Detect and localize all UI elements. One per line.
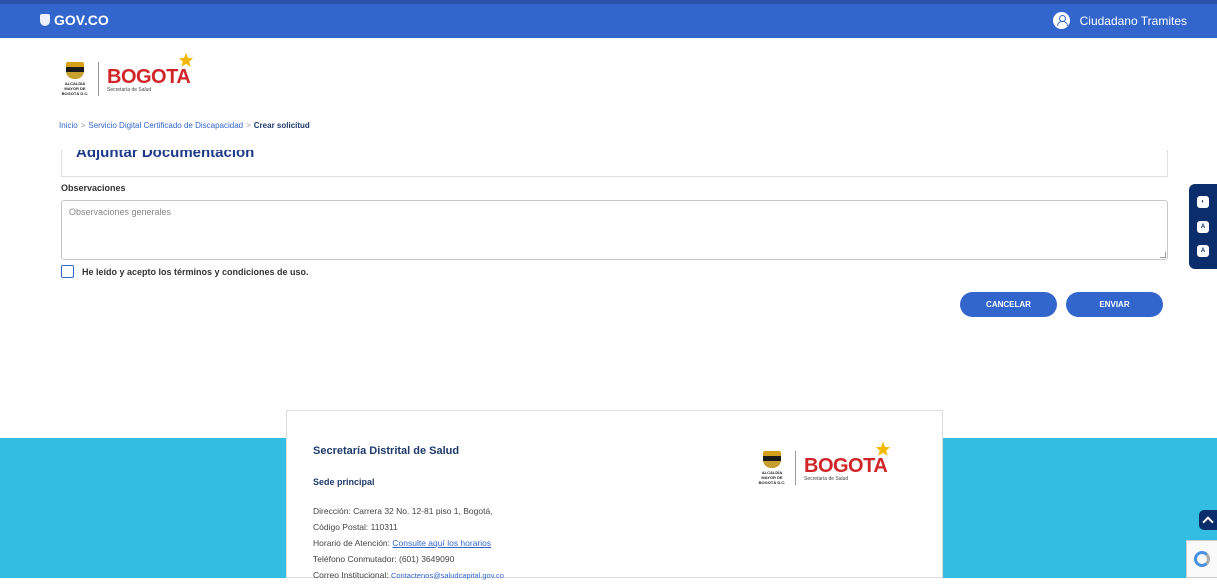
observations-textarea[interactable] — [61, 200, 1168, 260]
contrast-icon[interactable]: ◐ — [1197, 196, 1209, 209]
logo-separator — [98, 62, 99, 96]
attach-documents-section: Adjuntar Documentación — [61, 150, 1168, 177]
user-avatar-icon — [1052, 12, 1070, 29]
font-increase-icon[interactable]: A — [1197, 244, 1209, 257]
footer-address: Dirección: Carrera 32 No. 12-81 piso 1, … — [313, 506, 493, 516]
footer-star-icon — [876, 441, 891, 456]
footer-bogota-logo: BOGOTA Secretaría de Salud — [804, 441, 891, 482]
user-menu[interactable]: Ciudadano Tramites — [1052, 12, 1187, 29]
resize-grip-icon[interactable] — [1160, 252, 1166, 258]
hours-link[interactable]: Consulte aquí los horarios — [392, 538, 491, 548]
scroll-to-top-button[interactable] — [1199, 510, 1217, 530]
send-button[interactable]: ENVIAR — [1066, 292, 1163, 317]
chevron-up-icon — [1202, 516, 1214, 528]
cancel-button[interactable]: CANCELAR — [960, 292, 1057, 317]
breadcrumb: Inicio > Servicio Digital Certificado de D… — [59, 121, 310, 130]
breadcrumb-current: Crear solicitud — [253, 121, 310, 130]
header-logo[interactable]: ALCALDÍA MAYOR DE BOGOTÁ D.C. BOGOTA Sec… — [60, 52, 194, 96]
footer-phone: Teléfono Conmutador: (601) 3649090 — [313, 554, 455, 564]
govco-brand: GOV.CO — [54, 12, 109, 28]
font-decrease-icon[interactable]: A — [1197, 220, 1209, 233]
accessibility-panel: ◐ A A — [1189, 184, 1217, 269]
footer-postal: Código Postal: 110311 — [313, 522, 398, 532]
section-title: Adjuntar Documentación — [76, 150, 255, 161]
govco-shield-icon — [40, 14, 50, 26]
terms-checkbox-row[interactable]: He leído y acepto los términos y condici… — [61, 265, 309, 278]
recaptcha-icon — [1194, 551, 1210, 567]
email-link[interactable]: Contactenos@saludcapital.gov.co — [391, 571, 504, 580]
footer-hours: Horario de Atención: Consulte aquí los h… — [313, 538, 492, 548]
footer-email: Correo Institucional: Contactenos@saludc… — [313, 570, 504, 580]
footer-card: Secretaría Distrital de Salud Sede princ… — [286, 410, 943, 580]
observations-label: Observaciones — [61, 183, 126, 193]
breadcrumb-service[interactable]: Servicio Digital Certificado de Discapac… — [88, 121, 243, 130]
bogota-logo: BOGOTA Secretaría de Salud — [107, 52, 194, 93]
footer-subtitle: Sede principal — [313, 477, 375, 487]
govco-link[interactable]: GOV.CO — [40, 12, 109, 28]
star-icon — [179, 52, 194, 67]
terms-checkbox[interactable] — [61, 265, 74, 278]
footer-contact-info: Dirección: Carrera 32 No. 12-81 piso 1, … — [313, 503, 504, 584]
alcaldia-coat-of-arms-icon: ALCALDÍA MAYOR DE BOGOTÁ D.C. — [60, 62, 90, 96]
breadcrumb-home[interactable]: Inicio — [59, 121, 78, 130]
recaptcha-badge[interactable] — [1186, 540, 1217, 578]
footer-title: Secretaría Distrital de Salud — [313, 445, 460, 457]
footer-coat-of-arms-icon: ALCALDÍA MAYOR DE BOGOTÁ D.C. — [757, 451, 787, 485]
footer-logo: ALCALDÍA MAYOR DE BOGOTÁ D.C. BOGOTA Sec… — [757, 441, 891, 485]
terms-label: He leído y acepto los términos y condici… — [82, 266, 309, 277]
footer-logo-separator — [795, 451, 796, 485]
user-name: Ciudadano Tramites — [1079, 13, 1187, 28]
gov-topbar: GOV.CO Ciudadano Tramites — [0, 0, 1217, 38]
